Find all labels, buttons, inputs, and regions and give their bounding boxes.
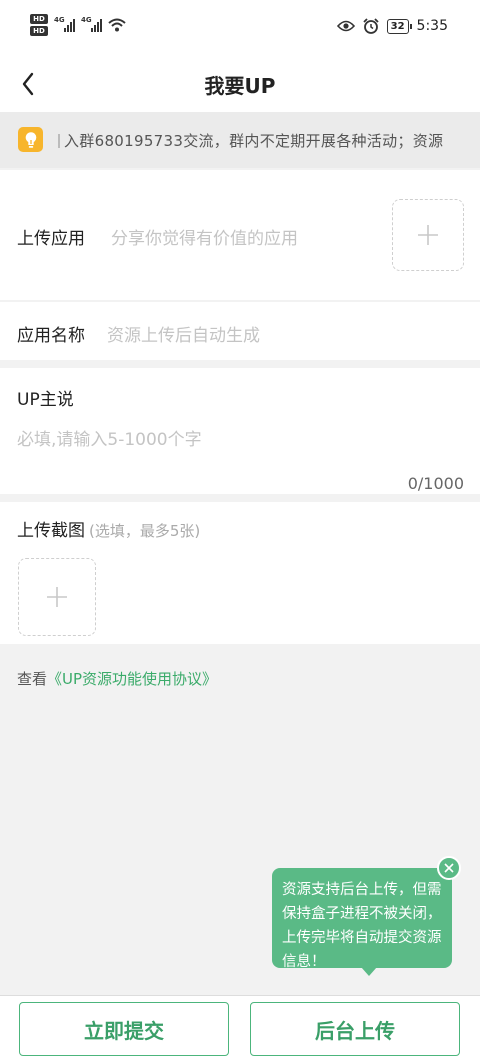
hd-badges: HD HD xyxy=(30,14,48,36)
up-says-section: UP主说 必填,请输入5-1000个字 0/1000 xyxy=(0,368,480,494)
plus-icon xyxy=(418,225,438,245)
char-counter: 0/1000 xyxy=(407,474,464,493)
screenshots-label: 上传截图 xyxy=(17,521,85,541)
notice-banner[interactable]: 入群680195733交流，群内不定期开展各种活动；资源 xyxy=(0,112,480,168)
agreement-link[interactable]: 《UP资源功能使用协议》 xyxy=(47,670,217,688)
signal-icon: 4G xyxy=(54,16,75,32)
network-label: 4G xyxy=(54,16,65,24)
eye-icon xyxy=(336,20,355,32)
submit-button[interactable]: 立即提交 xyxy=(19,1002,229,1056)
upload-app-section: 上传应用 分享你觉得有价值的应用 xyxy=(0,170,480,300)
page-title: 我要UP xyxy=(204,74,276,98)
add-screenshot-button[interactable] xyxy=(18,558,96,636)
screenshots-sub-hint: (选填，最多5张) xyxy=(89,522,201,540)
upload-app-hint: 分享你觉得有价值的应用 xyxy=(111,229,298,249)
bottom-action-bar: 立即提交 后台上传 xyxy=(0,995,480,1061)
app-name-field: 资源上传后自动生成 xyxy=(107,326,260,346)
status-right: 32 5:35 xyxy=(336,18,448,34)
up-says-input[interactable]: 必填,请输入5-1000个字 xyxy=(17,425,202,450)
background-upload-button[interactable]: 后台上传 xyxy=(250,1002,460,1056)
status-bar: HD HD 4G 4G 32 5:35 xyxy=(0,0,480,56)
upload-app-label: 上传应用 xyxy=(17,229,85,249)
plus-icon xyxy=(47,587,67,607)
app-name-section: 应用名称 资源上传后自动生成 xyxy=(0,302,480,360)
app-name-label: 应用名称 xyxy=(17,326,85,346)
app-header: 我要UP xyxy=(0,56,480,112)
up-says-label: UP主说 xyxy=(17,390,74,410)
hd-badge: HD xyxy=(30,26,48,36)
agreement-prefix: 查看 xyxy=(17,670,48,688)
close-icon xyxy=(444,863,454,873)
lightbulb-icon xyxy=(18,127,43,152)
clock: 5:35 xyxy=(416,18,448,34)
agreement-line: 查看《UP资源功能使用协议》 xyxy=(17,668,217,689)
status-left: HD HD 4G 4G xyxy=(30,14,126,36)
upload-tooltip: 资源支持后台上传，但需保持盒子进程不被关闭，上传完毕将自动提交资源信息！ xyxy=(272,868,452,976)
screenshots-heading: 上传截图 (选填，最多5张) xyxy=(17,516,200,541)
signal-icon: 4G xyxy=(81,16,102,32)
hd-badge: HD xyxy=(30,14,48,24)
notice-text: 入群680195733交流，群内不定期开展各种活动；资源 xyxy=(58,130,443,151)
alarm-icon xyxy=(362,18,379,34)
network-label: 4G xyxy=(81,16,92,24)
upload-app-button[interactable] xyxy=(392,199,464,271)
screenshots-section: 上传截图 (选填，最多5张) xyxy=(0,502,480,644)
tooltip-text: 资源支持后台上传，但需保持盒子进程不被关闭，上传完毕将自动提交资源信息！ xyxy=(282,882,442,970)
battery-icon: 32 xyxy=(386,18,412,34)
wifi-icon xyxy=(108,18,126,32)
tooltip-close-button[interactable] xyxy=(437,856,461,880)
